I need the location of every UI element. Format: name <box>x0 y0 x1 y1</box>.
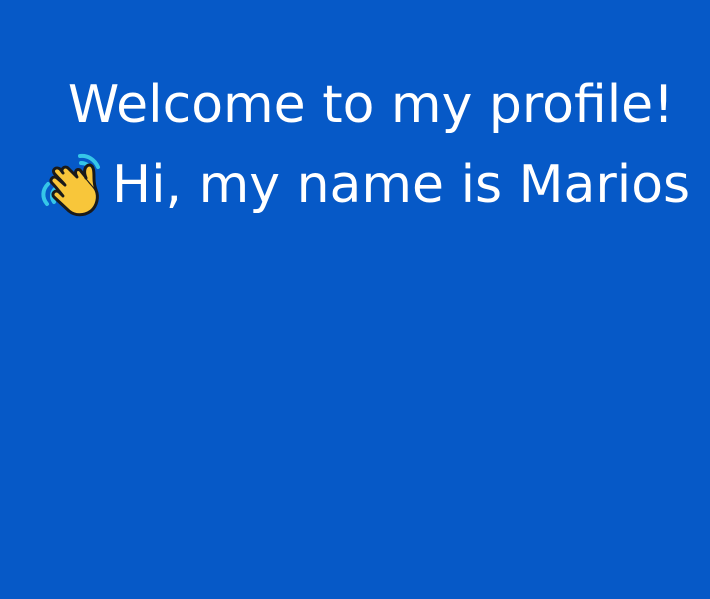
page-title: Welcome to my profile! <box>67 75 674 135</box>
greeting-line: Hi, my name is Marios <box>38 152 706 218</box>
profile-page: Welcome to my profile! Hi, my name is Ma… <box>0 0 710 599</box>
waving-hand-icon <box>38 152 106 218</box>
greeting-text: Hi, my name is Marios <box>112 155 691 215</box>
